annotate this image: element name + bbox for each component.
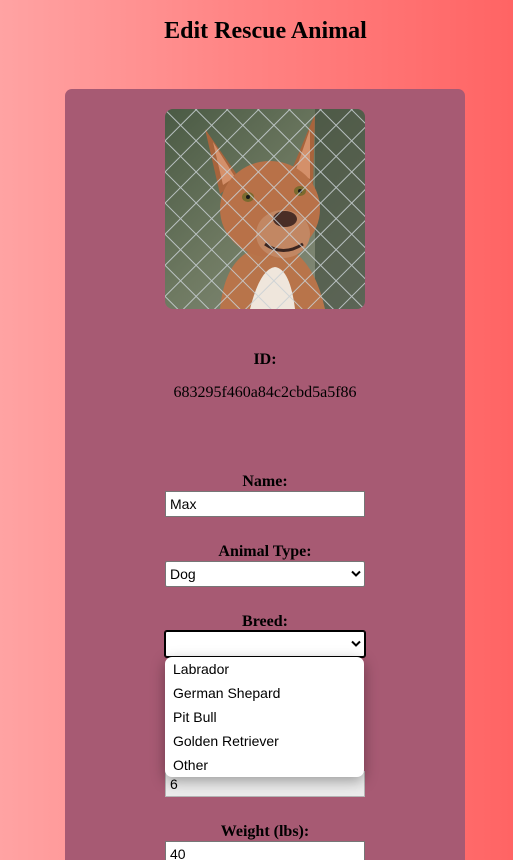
breed-select[interactable] [164,630,366,658]
weight-input[interactable]: 40 [165,841,365,860]
breed-dropdown-list: Labrador German Shepard Pit Bull Golden … [165,657,364,777]
breed-option[interactable]: Pit Bull [165,705,364,729]
breed-option[interactable]: Other [165,753,364,777]
name-label: Name: [242,473,288,490]
animal-type-value: Dog [170,566,196,582]
chevron-down-icon [351,640,361,647]
breed-label: Breed: [242,613,288,630]
breed-option[interactable]: Golden Retriever [165,729,364,753]
dog-photo-icon [165,109,365,309]
page-title: Edit Rescue Animal [164,18,367,44]
name-input[interactable]: Max [165,491,365,517]
weight-label: Weight (lbs): [220,823,310,840]
animal-type-select[interactable]: Dog [165,561,365,587]
id-value: 683295f460a84c2cbd5a5f86 [173,384,357,401]
edit-animal-form: ID: 683295f460a84c2cbd5a5f86 Name: Max A… [65,89,465,860]
animal-photo [165,109,365,309]
chevron-down-icon [351,570,361,577]
id-label: ID: [253,351,277,368]
animal-type-label: Animal Type: [218,543,312,560]
breed-option[interactable]: German Shepard [165,681,364,705]
breed-option[interactable]: Labrador [165,657,364,681]
